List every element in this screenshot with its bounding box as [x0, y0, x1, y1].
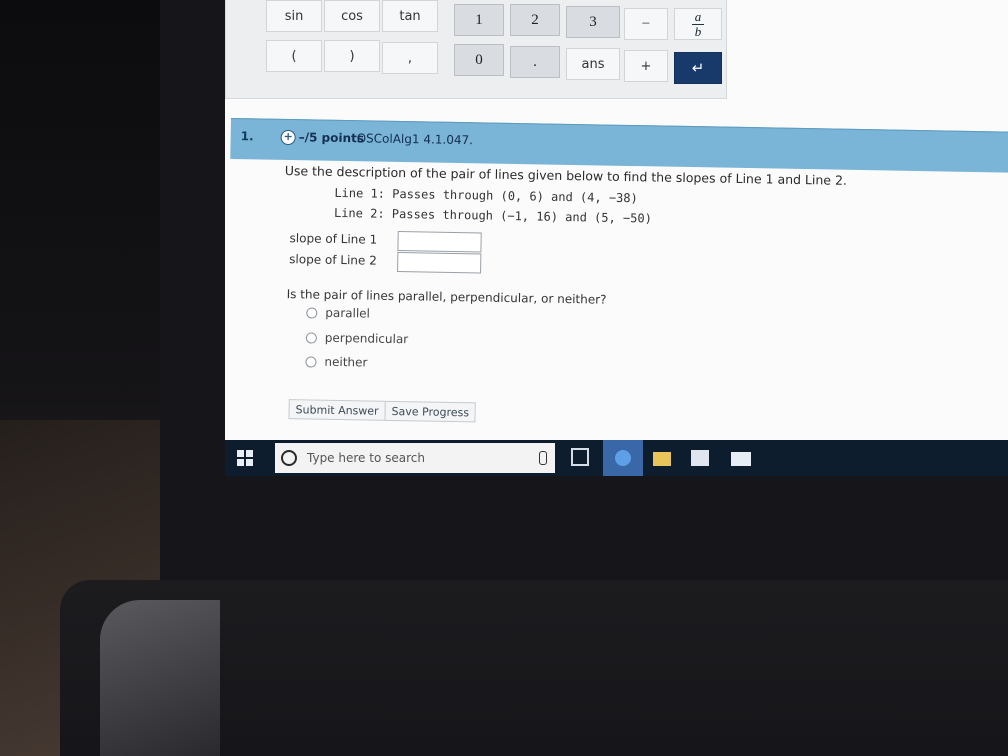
- key-0[interactable]: 0: [454, 44, 504, 76]
- question-prompt: Use the description of the pair of lines…: [284, 163, 848, 188]
- points-label: –/5 points: [298, 130, 365, 146]
- option-label: parallel: [325, 305, 371, 321]
- fraction-icon: a b: [692, 10, 704, 38]
- key-enter[interactable]: ↵: [674, 52, 722, 84]
- file-explorer-icon[interactable]: [653, 452, 671, 466]
- key-3[interactable]: 3: [566, 6, 620, 38]
- laptop-edge: [100, 600, 220, 756]
- save-progress-button[interactable]: Save Progress: [384, 400, 477, 423]
- key-decimal[interactable]: .: [510, 46, 560, 78]
- taskbar: Type here to search: [225, 440, 1008, 476]
- microphone-icon[interactable]: [539, 451, 547, 465]
- key-cos[interactable]: cos: [324, 0, 380, 32]
- option-label: perpendicular: [324, 330, 409, 347]
- key-1[interactable]: 1: [454, 4, 504, 36]
- math-keypad: sin cos tan 1 2 3 − a b ( ) , 0 . ans + …: [225, 0, 727, 99]
- option-neither[interactable]: neither: [305, 354, 368, 370]
- option-label: neither: [324, 354, 368, 370]
- taskbar-search[interactable]: Type here to search: [275, 443, 555, 473]
- slope2-label: slope of Line 2: [289, 252, 377, 268]
- radio-button[interactable]: [305, 331, 317, 344]
- radio-button[interactable]: [306, 306, 318, 319]
- mail-icon[interactable]: [731, 452, 751, 466]
- search-placeholder: Type here to search: [307, 451, 425, 465]
- screen: sin cos tan 1 2 3 − a b ( ) , 0 . ans + …: [225, 0, 1008, 476]
- enter-icon: ↵: [691, 60, 705, 77]
- key-close-paren[interactable]: ): [324, 40, 380, 72]
- submit-answer-button[interactable]: Submit Answer: [288, 399, 386, 421]
- line1-description: Line 1: Passes through (0, 6) and (4, −3…: [334, 185, 638, 206]
- page: sin cos tan 1 2 3 − a b ( ) , 0 . ans + …: [225, 0, 1008, 440]
- key-comma[interactable]: ,: [382, 42, 438, 74]
- question-number: 1.: [240, 129, 254, 144]
- question-body: Use the description of the pair of lines…: [225, 158, 1008, 452]
- key-ans[interactable]: ans: [566, 48, 620, 80]
- key-open-paren[interactable]: (: [266, 40, 322, 72]
- slope1-label: slope of Line 1: [289, 231, 378, 247]
- slope1-input[interactable]: [397, 231, 482, 253]
- key-plus[interactable]: +: [624, 50, 668, 82]
- slope2-input[interactable]: [397, 252, 482, 274]
- browser-icon[interactable]: [603, 440, 643, 476]
- key-tan[interactable]: tan: [382, 0, 438, 32]
- question-id: OSColAlg1 4.1.047.: [356, 131, 474, 148]
- line2-description: Line 2: Passes through (−1, 16) and (5, …: [333, 205, 653, 226]
- option-perpendicular[interactable]: perpendicular: [305, 330, 409, 347]
- task-view-icon[interactable]: [571, 448, 589, 466]
- option-parallel[interactable]: parallel: [306, 305, 371, 321]
- store-icon[interactable]: [691, 450, 709, 466]
- mc-question: Is the pair of lines parallel, perpendic…: [286, 287, 607, 307]
- key-sin[interactable]: sin: [266, 0, 322, 32]
- windows-start-icon[interactable]: [237, 450, 253, 466]
- key-2[interactable]: 2: [510, 4, 560, 36]
- key-minus[interactable]: −: [624, 8, 668, 40]
- radio-button[interactable]: [305, 355, 317, 368]
- cortana-circle-icon: [281, 450, 297, 466]
- key-fraction[interactable]: a b: [674, 8, 722, 40]
- expand-plus-icon[interactable]: +: [280, 129, 296, 146]
